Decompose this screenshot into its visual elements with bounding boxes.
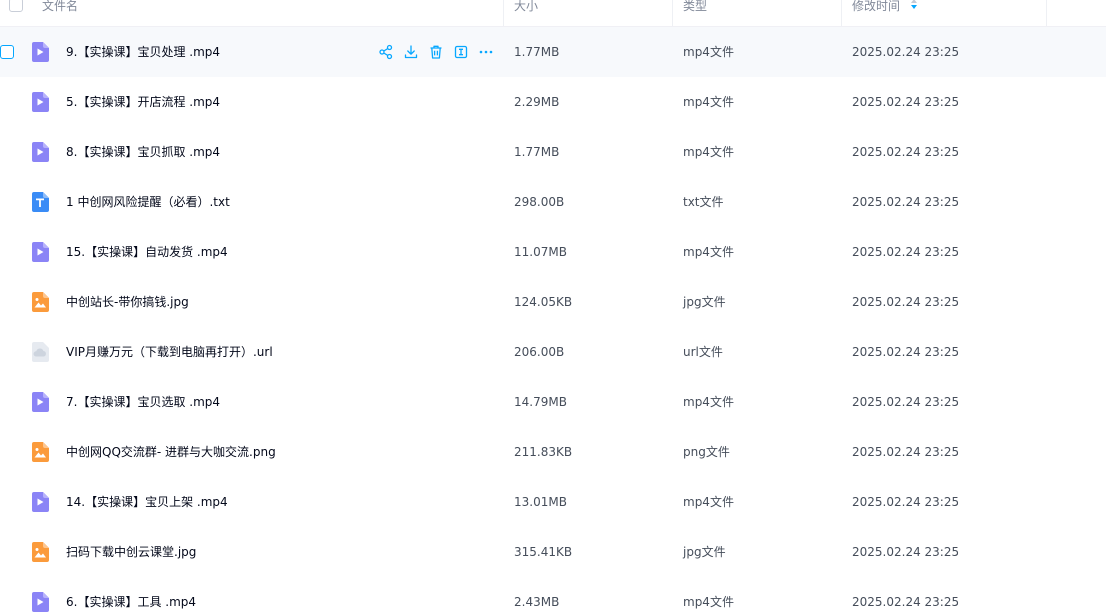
file-modified-time: 2025.02.24 23:25 [852, 495, 960, 509]
video-file-icon[interactable] [31, 42, 49, 62]
cloud-link-icon[interactable] [31, 342, 49, 362]
file-type: jpg文件 [683, 295, 726, 309]
file-size: 11.07MB [514, 245, 567, 259]
table-row[interactable]: 6.【实操课】工具 .mp4 2.43MB mp4文件 2025.02.24 23:2… [0, 577, 1106, 616]
file-type: png文件 [683, 445, 730, 459]
file-type: txt文件 [683, 195, 724, 209]
file-name[interactable]: 1 中创网风险提醒（必看）.txt [66, 177, 230, 227]
more-icon[interactable] [478, 44, 494, 60]
file-name[interactable]: 6.【实操课】工具 .mp4 [66, 577, 196, 616]
file-size: 1.77MB [514, 145, 560, 159]
file-modified-time: 2025.02.24 23:25 [852, 295, 960, 309]
file-modified-time: 2025.02.24 23:25 [852, 345, 960, 359]
file-modified-time: 2025.02.24 23:25 [852, 595, 960, 609]
file-modified-time: 2025.02.24 23:25 [852, 395, 960, 409]
table-row[interactable]: 1 中创网风险提醒（必看）.txt 298.00B txt文件 2025.02.24 … [0, 177, 1106, 227]
file-size: 13.01MB [514, 495, 567, 509]
file-name[interactable]: 9.【实操课】宝贝处理 .mp4 [66, 27, 220, 77]
file-size: 206.00B [514, 345, 565, 359]
download-icon[interactable] [403, 44, 419, 60]
column-header-modified-label: 修改时间 [852, 0, 901, 13]
column-header-type[interactable]: 类型 [683, 0, 707, 26]
table-row[interactable]: VIP月赚万元（下载到电脑再打开）.url 206.00B url文件 2025.02… [0, 327, 1106, 377]
column-divider[interactable] [1046, 0, 1047, 26]
file-size: 315.41KB [514, 545, 573, 559]
text-file-icon[interactable] [31, 192, 49, 212]
file-type: mp4文件 [683, 595, 734, 609]
file-modified-time: 2025.02.24 23:25 [852, 45, 960, 59]
column-divider[interactable] [672, 0, 673, 26]
column-header-name[interactable]: 文件名 [42, 0, 78, 26]
video-file-icon[interactable] [31, 142, 49, 162]
file-name[interactable]: 中创网QQ交流群- 进群与大咖交流.png [66, 427, 276, 477]
row-checkbox[interactable] [0, 45, 14, 59]
file-modified-time: 2025.02.24 23:25 [852, 195, 960, 209]
video-file-icon[interactable] [31, 242, 49, 262]
file-type: jpg文件 [683, 545, 726, 559]
file-name[interactable]: 扫码下载中创云课堂.jpg [66, 527, 196, 577]
table-row[interactable]: 9.【实操课】宝贝处理 .mp4 1.77MB mp4文件 2025.02.24 23… [0, 27, 1106, 77]
file-table: 文件名 大小 类型 修改时间 9.【实操课】宝贝处理 .mp4 1.77MB mp4… [0, 0, 1106, 616]
file-type: mp4文件 [683, 45, 734, 59]
column-header-modified[interactable]: 修改时间 [852, 0, 919, 26]
file-size: 2.43MB [514, 595, 560, 609]
image-file-icon[interactable] [31, 442, 49, 462]
file-name[interactable]: VIP月赚万元（下载到电脑再打开）.url [66, 327, 273, 377]
file-name[interactable]: 8.【实操课】宝贝抓取 .mp4 [66, 127, 220, 177]
table-row[interactable]: 8.【实操课】宝贝抓取 .mp4 1.77MB mp4文件 2025.02.24 23… [0, 127, 1106, 177]
file-size: 298.00B [514, 195, 565, 209]
image-file-icon[interactable] [31, 542, 49, 562]
file-size: 124.05KB [514, 295, 573, 309]
table-row[interactable]: 15.【实操课】自动发货 .mp4 11.07MB mp4文件 2025.02.24 … [0, 227, 1106, 277]
column-header-size[interactable]: 大小 [514, 0, 538, 26]
column-divider[interactable] [503, 0, 504, 26]
file-size: 2.29MB [514, 95, 560, 109]
file-type: url文件 [683, 345, 723, 359]
table-row[interactable]: 14.【实操课】宝贝上架 .mp4 13.01MB mp4文件 2025.02.24 … [0, 477, 1106, 527]
file-size: 14.79MB [514, 395, 567, 409]
column-divider[interactable] [841, 0, 842, 26]
share-icon[interactable] [378, 44, 394, 60]
video-file-icon[interactable] [31, 592, 49, 612]
file-type: mp4文件 [683, 245, 734, 259]
table-row[interactable]: 中创网QQ交流群- 进群与大咖交流.png 211.83KB png文件 2025.0… [0, 427, 1106, 477]
table-row[interactable]: 5.【实操课】开店流程 .mp4 2.29MB mp4文件 2025.02.24 23… [0, 77, 1106, 127]
rename-icon[interactable] [453, 44, 469, 60]
video-file-icon[interactable] [31, 92, 49, 112]
file-type: mp4文件 [683, 95, 734, 109]
file-type: mp4文件 [683, 395, 734, 409]
image-file-icon[interactable] [31, 292, 49, 312]
file-type: mp4文件 [683, 495, 734, 509]
delete-icon[interactable] [428, 44, 444, 60]
table-header: 文件名 大小 类型 修改时间 [0, 0, 1106, 27]
sort-desc-icon[interactable] [910, 0, 919, 11]
file-modified-time: 2025.02.24 23:25 [852, 145, 960, 159]
file-name[interactable]: 7.【实操课】宝贝选取 .mp4 [66, 377, 220, 427]
table-row[interactable]: 7.【实操课】宝贝选取 .mp4 14.79MB mp4文件 2025.02.24 2… [0, 377, 1106, 427]
file-name[interactable]: 5.【实操课】开店流程 .mp4 [66, 77, 220, 127]
file-name[interactable]: 中创站长-带你搞钱.jpg [66, 277, 189, 327]
table-row[interactable]: 扫码下载中创云课堂.jpg 315.41KB jpg文件 2025.02.24 23:… [0, 527, 1106, 577]
file-name[interactable]: 14.【实操课】宝贝上架 .mp4 [66, 477, 228, 527]
select-all-checkbox[interactable] [9, 0, 23, 12]
file-name[interactable]: 15.【实操课】自动发货 .mp4 [66, 227, 228, 277]
file-type: mp4文件 [683, 145, 734, 159]
file-modified-time: 2025.02.24 23:25 [852, 95, 960, 109]
video-file-icon[interactable] [31, 392, 49, 412]
file-modified-time: 2025.02.24 23:25 [852, 545, 960, 559]
video-file-icon[interactable] [31, 492, 49, 512]
file-modified-time: 2025.02.24 23:25 [852, 245, 960, 259]
file-modified-time: 2025.02.24 23:25 [852, 445, 960, 459]
file-size: 1.77MB [514, 45, 560, 59]
table-row[interactable]: 中创站长-带你搞钱.jpg 124.05KB jpg文件 2025.02.24 23:… [0, 277, 1106, 327]
file-size: 211.83KB [514, 445, 573, 459]
